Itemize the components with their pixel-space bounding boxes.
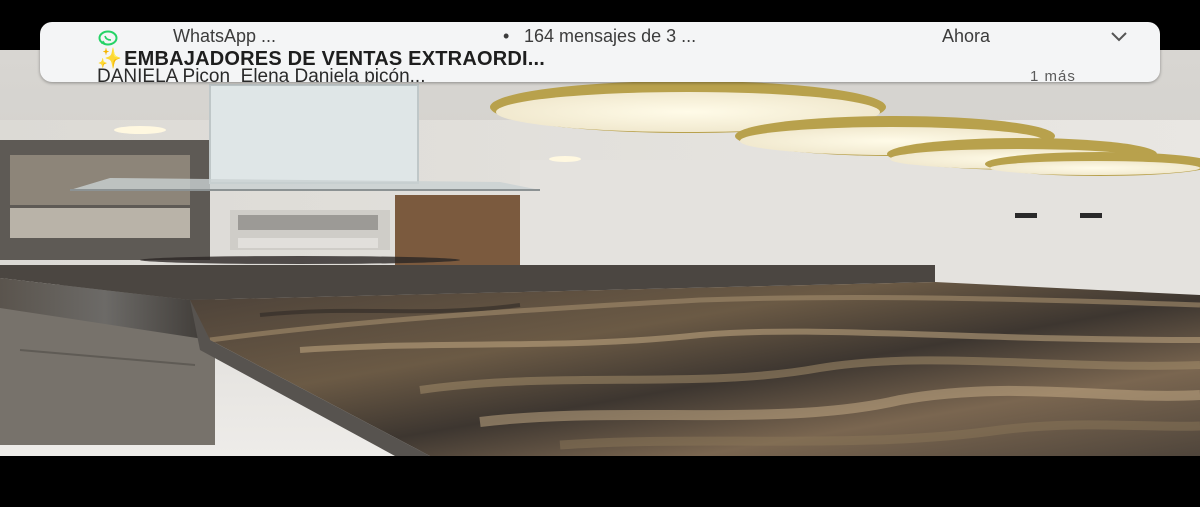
letterbox-bottom (0, 456, 1200, 507)
whatsapp-notification[interactable]: WhatsApp ... • 164 mensajes de 3 ... Aho… (40, 22, 1160, 82)
notification-time: Ahora (942, 26, 991, 46)
whatsapp-icon (98, 30, 118, 46)
chevron-down-icon[interactable] (1110, 31, 1128, 43)
notification-sender: DANIELA Picon (97, 66, 231, 82)
notification-app-name: WhatsApp ... (173, 26, 277, 46)
notification-preview: Elena Daniela picón... (240, 66, 426, 82)
notification-message-count: 164 mensajes de 3 ... (524, 26, 697, 46)
notification-separator: • (503, 26, 510, 46)
notification-more[interactable]: 1 más (1030, 68, 1076, 82)
notification-body: DANIELA Picon Elena Daniela picón... (97, 66, 425, 82)
notification-header: WhatsApp ... • 164 mensajes de 3 ... Aho… (40, 24, 1160, 48)
kitchen-photo (0, 50, 1200, 456)
